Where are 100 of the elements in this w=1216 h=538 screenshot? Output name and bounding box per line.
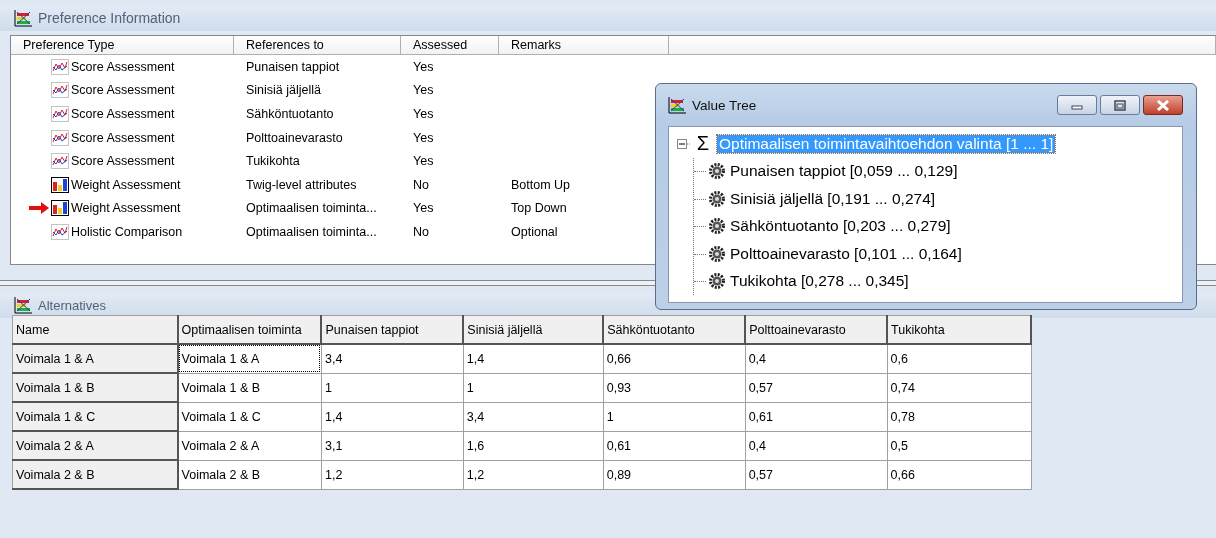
app-icon bbox=[14, 9, 33, 27]
tree-item[interactable]: Sähköntuotanto [0,203 ... 0,279] bbox=[730, 217, 951, 236]
row-header[interactable]: Voimala 1 & B bbox=[12, 373, 178, 402]
row-header[interactable]: Voimala 2 & A bbox=[12, 431, 178, 460]
table-cell[interactable]: 0,61 bbox=[603, 431, 746, 460]
table-cell[interactable]: 0,57 bbox=[745, 460, 887, 489]
panel-title: Preference Information bbox=[38, 10, 181, 26]
line-chart-icon bbox=[51, 223, 69, 240]
table-cell[interactable]: Voimala 1 & B bbox=[177, 373, 322, 402]
table-cell[interactable]: 1 bbox=[321, 373, 464, 402]
maximize-button[interactable] bbox=[1100, 95, 1140, 115]
gear-icon bbox=[708, 162, 726, 181]
tree-item[interactable]: Punaisen tappiot [0,059 ... 0,129] bbox=[730, 162, 958, 181]
table-cell-text: No bbox=[412, 177, 430, 192]
table-cell[interactable]: 3,1 bbox=[321, 431, 464, 460]
tree-item[interactable]: Polttoainevarasto [0,101 ... 0,164] bbox=[730, 244, 962, 263]
table-cell[interactable]: 0,78 bbox=[887, 402, 1031, 431]
table-cell[interactable]: Voimala 2 & B bbox=[177, 460, 322, 489]
table-cell-text: Bottom Up bbox=[510, 177, 572, 192]
table-cell-text: Polttoainevarasto bbox=[245, 130, 344, 145]
table-cell[interactable]: 1,2 bbox=[321, 460, 464, 489]
table-cell[interactable]: 0,61 bbox=[745, 402, 887, 431]
table-cell-text: Optimaalisen toiminta... bbox=[245, 224, 378, 239]
row-header[interactable]: Voimala 2 & B bbox=[12, 460, 178, 489]
table-cell-text: Yes bbox=[412, 130, 435, 145]
table-cell[interactable]: Voimala 2 & A bbox=[177, 431, 322, 460]
column-header[interactable]: Tukikohta bbox=[887, 315, 1031, 344]
line-chart-icon bbox=[51, 58, 69, 75]
window-title: Value Tree bbox=[692, 97, 757, 113]
table-cell[interactable]: 1,6 bbox=[463, 431, 604, 460]
table-cell-text: Sähköntuotanto bbox=[245, 107, 335, 121]
row-header[interactable]: Voimala 1 & A bbox=[12, 344, 178, 373]
tree-item[interactable]: Tukikohta [0,278 ... 0,345] bbox=[730, 272, 909, 291]
line-chart-icon bbox=[51, 153, 69, 170]
table-cell[interactable]: 0,4 bbox=[745, 344, 887, 373]
table-cell-text: Optional bbox=[510, 224, 559, 239]
column-header[interactable]: References to bbox=[234, 36, 401, 55]
gear-icon bbox=[708, 244, 726, 263]
app-icon bbox=[668, 96, 687, 114]
minimize-icon bbox=[1071, 105, 1083, 109]
table-cell[interactable]: 1,4 bbox=[463, 344, 604, 373]
table-cell[interactable]: 0,74 bbox=[887, 373, 1031, 402]
table-cell-text: Optimaalisen toiminta... bbox=[245, 201, 378, 216]
table-cell[interactable]: 1 bbox=[603, 402, 746, 431]
gear-icon bbox=[708, 189, 726, 208]
table-cell-text: Top Down bbox=[510, 201, 568, 216]
table-cell[interactable]: Voimala 1 & A bbox=[177, 344, 322, 373]
column-header[interactable]: Remarks bbox=[499, 36, 669, 55]
restore-icon bbox=[1114, 99, 1126, 111]
column-header[interactable]: Name bbox=[12, 315, 178, 344]
preference-type: Holistic Comparison bbox=[71, 224, 183, 239]
table-cell-text: No bbox=[412, 224, 430, 239]
column-header[interactable]: Polttoainevarasto bbox=[745, 315, 887, 344]
table-cell[interactable]: 0,93 bbox=[603, 373, 746, 402]
app-icon bbox=[14, 296, 33, 314]
table-cell[interactable]: 3,4 bbox=[321, 344, 464, 373]
minimize-button[interactable] bbox=[1057, 95, 1097, 115]
table-cell[interactable]: 0,89 bbox=[603, 460, 746, 489]
table-cell[interactable]: 0,66 bbox=[603, 344, 746, 373]
sigma-icon: Σ bbox=[693, 132, 713, 156]
table-cell-text: Yes bbox=[412, 83, 435, 98]
preference-type: Score Assessment bbox=[71, 130, 175, 145]
panel-title: Alternatives bbox=[38, 297, 106, 313]
table-cell-text: Yes bbox=[412, 201, 435, 216]
table-cell-text: Twig-level attributes bbox=[245, 177, 358, 192]
table-cell[interactable]: Voimala 1 & C bbox=[177, 402, 322, 431]
preference-type: Score Assessment bbox=[71, 83, 175, 98]
row-header[interactable]: Voimala 1 & C bbox=[12, 402, 178, 431]
tree-item[interactable]: Sinisiä jäljellä [0,191 ... 0,274] bbox=[730, 189, 936, 208]
column-header[interactable]: Preference Type bbox=[11, 36, 234, 55]
table-cell-text: Yes bbox=[412, 154, 435, 169]
table-cell-text: Yes bbox=[412, 107, 435, 121]
preference-type: Score Assessment bbox=[71, 107, 175, 121]
table-cell[interactable]: 1,4 bbox=[321, 402, 464, 431]
table-cell-text: Yes bbox=[412, 59, 435, 74]
line-chart-icon bbox=[51, 106, 69, 122]
column-header[interactable]: Assessed bbox=[401, 36, 499, 55]
table-cell[interactable]: 1,2 bbox=[463, 460, 604, 489]
table-cell[interactable]: 1 bbox=[463, 373, 604, 402]
column-header[interactable]: Sähköntuotanto bbox=[603, 315, 746, 344]
gear-icon bbox=[708, 272, 726, 291]
table-cell[interactable]: 0,66 bbox=[887, 460, 1031, 489]
preference-type: Weight Assessment bbox=[71, 177, 181, 192]
table-cell[interactable]: 3,4 bbox=[463, 402, 604, 431]
preference-type: Score Assessment bbox=[71, 154, 175, 169]
table-cell[interactable]: 0,57 bbox=[745, 373, 887, 402]
table-cell[interactable]: 0,5 bbox=[887, 431, 1031, 460]
close-button[interactable] bbox=[1143, 95, 1183, 115]
table-cell-text: Punaisen tappiot bbox=[245, 59, 341, 74]
column-header[interactable]: Punaisen tappiot bbox=[321, 315, 464, 344]
column-header[interactable]: Optimaalisen toiminta bbox=[177, 315, 322, 344]
line-chart-icon bbox=[51, 129, 69, 146]
bar-chart-icon bbox=[51, 176, 69, 193]
close-icon bbox=[1156, 99, 1170, 111]
table-cell[interactable]: 0,4 bbox=[745, 431, 887, 460]
table-cell[interactable]: 0,6 bbox=[887, 344, 1031, 373]
column-header[interactable]: Sinisiä jäljellä bbox=[463, 315, 604, 344]
gear-icon bbox=[708, 217, 726, 236]
table-cell-text: Sinisiä jäljellä bbox=[245, 83, 323, 98]
line-chart-icon bbox=[51, 82, 69, 99]
